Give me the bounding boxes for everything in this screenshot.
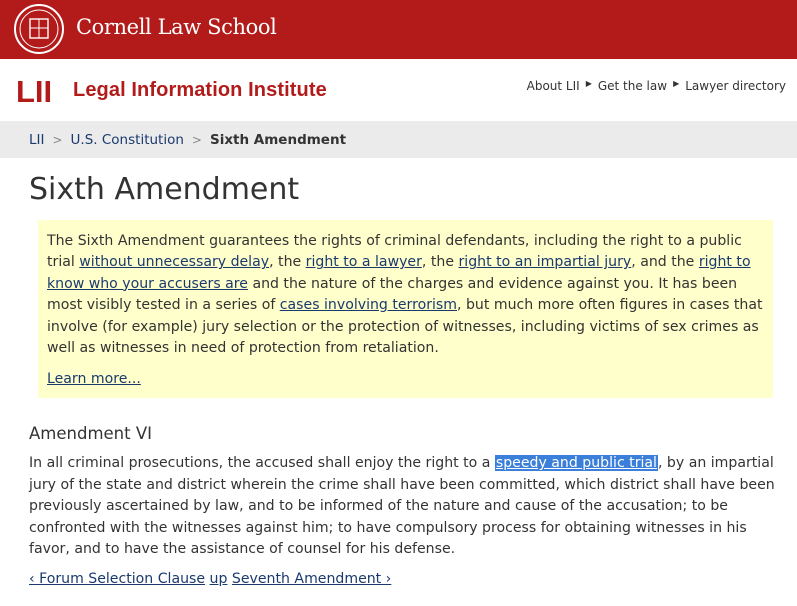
prev-amendment-link[interactable]: ‹ Forum Selection Clause (29, 571, 205, 587)
link-right-to-an-impartial-jury[interactable]: right to an impartial jury (458, 254, 631, 270)
lii-title: Legal Information Institute (73, 78, 327, 101)
lii-header: LII Legal Information Institute About LI… (0, 59, 797, 121)
cornell-banner: Cornell Law School (0, 0, 797, 59)
svg-text:LII: LII (16, 75, 52, 105)
breadcrumb-current: Sixth Amendment (209, 131, 347, 148)
link-speedy-and-public-trial[interactable]: speedy and public trial (494, 455, 658, 471)
pager: ‹ Forum Selection Clause up Seventh Amen… (29, 571, 391, 587)
cornell-seal-icon[interactable] (14, 4, 64, 54)
page-title: Sixth Amendment (29, 172, 300, 207)
link-without-unnecessary-delay[interactable]: without unnecessary delay (79, 254, 269, 270)
arrow-right-icon: ▶ (673, 79, 680, 88)
learn-more-link[interactable]: Learn more... (47, 369, 764, 390)
up-link[interactable]: up (210, 571, 228, 587)
summary-text: , the (269, 254, 302, 271)
top-nav: About LII ▶ Get the law ▶ Lawyer directo… (527, 79, 786, 93)
amendment-heading: Amendment VI (29, 424, 152, 443)
nav-get-the-law[interactable]: Get the law (598, 79, 667, 93)
breadcrumb-lii[interactable]: LII (29, 132, 44, 148)
lii-logo-icon: LII (16, 75, 52, 105)
summary-box: The Sixth Amendment guarantees the right… (38, 220, 773, 398)
breadcrumb: LII > U.S. Constitution > Sixth Amendmen… (0, 121, 797, 158)
next-amendment-link[interactable]: Seventh Amendment › (232, 571, 391, 587)
cornell-law-school-link[interactable]: Cornell Law School (76, 15, 277, 39)
link-right-to-a-lawyer[interactable]: right to a lawyer (306, 254, 422, 270)
amendment-text-part: In all criminal prosecutions, the accuse… (29, 455, 491, 471)
breadcrumb-separator: > (191, 132, 202, 147)
summary-text: , and the (631, 254, 695, 271)
summary-text: , the (421, 254, 454, 271)
nav-lawyer-directory[interactable]: Lawyer directory (685, 79, 786, 93)
breadcrumb-us-constitution[interactable]: U.S. Constitution (71, 132, 184, 148)
amendment-text: In all criminal prosecutions, the accuse… (29, 453, 779, 561)
link-cases-involving-terrorism[interactable]: cases involving terrorism (280, 297, 457, 313)
arrow-right-icon: ▶ (585, 79, 592, 88)
breadcrumb-separator: > (52, 132, 63, 147)
lii-logo[interactable]: LII Legal Information Institute (16, 73, 327, 107)
nav-about-lii[interactable]: About LII (527, 79, 580, 93)
